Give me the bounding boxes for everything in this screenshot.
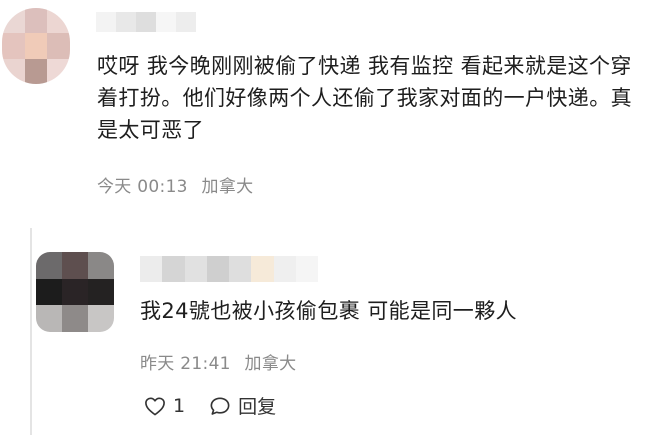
mosaic-cell xyxy=(88,305,114,332)
reply-label: 回复 xyxy=(238,396,277,418)
mosaic-cell xyxy=(184,256,207,282)
speech-bubble-icon xyxy=(210,396,230,415)
reply-avatar[interactable] xyxy=(36,252,114,332)
reply-button[interactable]: 回复 xyxy=(209,392,276,419)
mosaic-cell xyxy=(88,252,114,279)
mosaic-cell xyxy=(295,256,318,282)
comment-time: 今天 00:13 xyxy=(97,177,188,197)
reply-location: 加拿大 xyxy=(244,354,297,374)
mosaic-cell xyxy=(24,58,48,84)
mosaic-cell xyxy=(2,58,25,84)
thread-divider xyxy=(30,228,32,435)
mosaic-cell xyxy=(47,33,70,59)
mosaic-cell xyxy=(47,8,70,34)
mosaic-cell xyxy=(62,278,88,306)
comment-meta: 今天 00:13 加拿大 xyxy=(97,172,253,197)
comment-location: 加拿大 xyxy=(201,177,254,197)
reply-username-blurred[interactable] xyxy=(140,256,318,282)
reply-time: 昨天 21:41 xyxy=(140,354,231,374)
heart-outline-icon xyxy=(145,396,165,415)
mosaic-cell xyxy=(116,12,136,32)
mosaic-cell xyxy=(24,8,48,34)
mosaic-cell xyxy=(36,252,62,279)
reply-text: 我24號也被小孩偷包裹 可能是同一夥人 xyxy=(140,299,517,323)
mosaic-cell xyxy=(136,12,156,32)
mosaic-cell xyxy=(251,256,274,282)
mosaic-cell xyxy=(36,305,62,332)
mosaic-cell xyxy=(2,33,25,59)
mosaic-cell xyxy=(24,33,48,59)
mosaic-cell xyxy=(2,8,25,34)
username-blurred[interactable] xyxy=(96,12,196,32)
mosaic-cell xyxy=(96,12,116,32)
mosaic-cell xyxy=(162,256,185,282)
mosaic-cell xyxy=(62,252,88,279)
mosaic-cell xyxy=(176,12,196,32)
mosaic-cell xyxy=(36,278,62,306)
mosaic-cell xyxy=(273,256,296,282)
avatar[interactable] xyxy=(2,8,70,84)
comment-text: 哎呀 我今晚刚刚被偷了快递 我有监控 看起来就是这个穿着打扮。他们好像两个人还偷… xyxy=(97,54,632,142)
mosaic-cell xyxy=(47,58,70,84)
mosaic-cell xyxy=(206,256,229,282)
mosaic-cell xyxy=(229,256,252,282)
mosaic-cell xyxy=(156,12,176,32)
mosaic-cell xyxy=(140,256,163,282)
mosaic-cell xyxy=(62,305,88,332)
mosaic-cell xyxy=(88,278,114,306)
like-button[interactable]: 1 xyxy=(144,395,185,417)
reply-actions: 1 回复 xyxy=(144,392,276,419)
like-count: 1 xyxy=(173,394,186,417)
reply-meta: 昨天 21:41 加拿大 xyxy=(140,349,296,374)
